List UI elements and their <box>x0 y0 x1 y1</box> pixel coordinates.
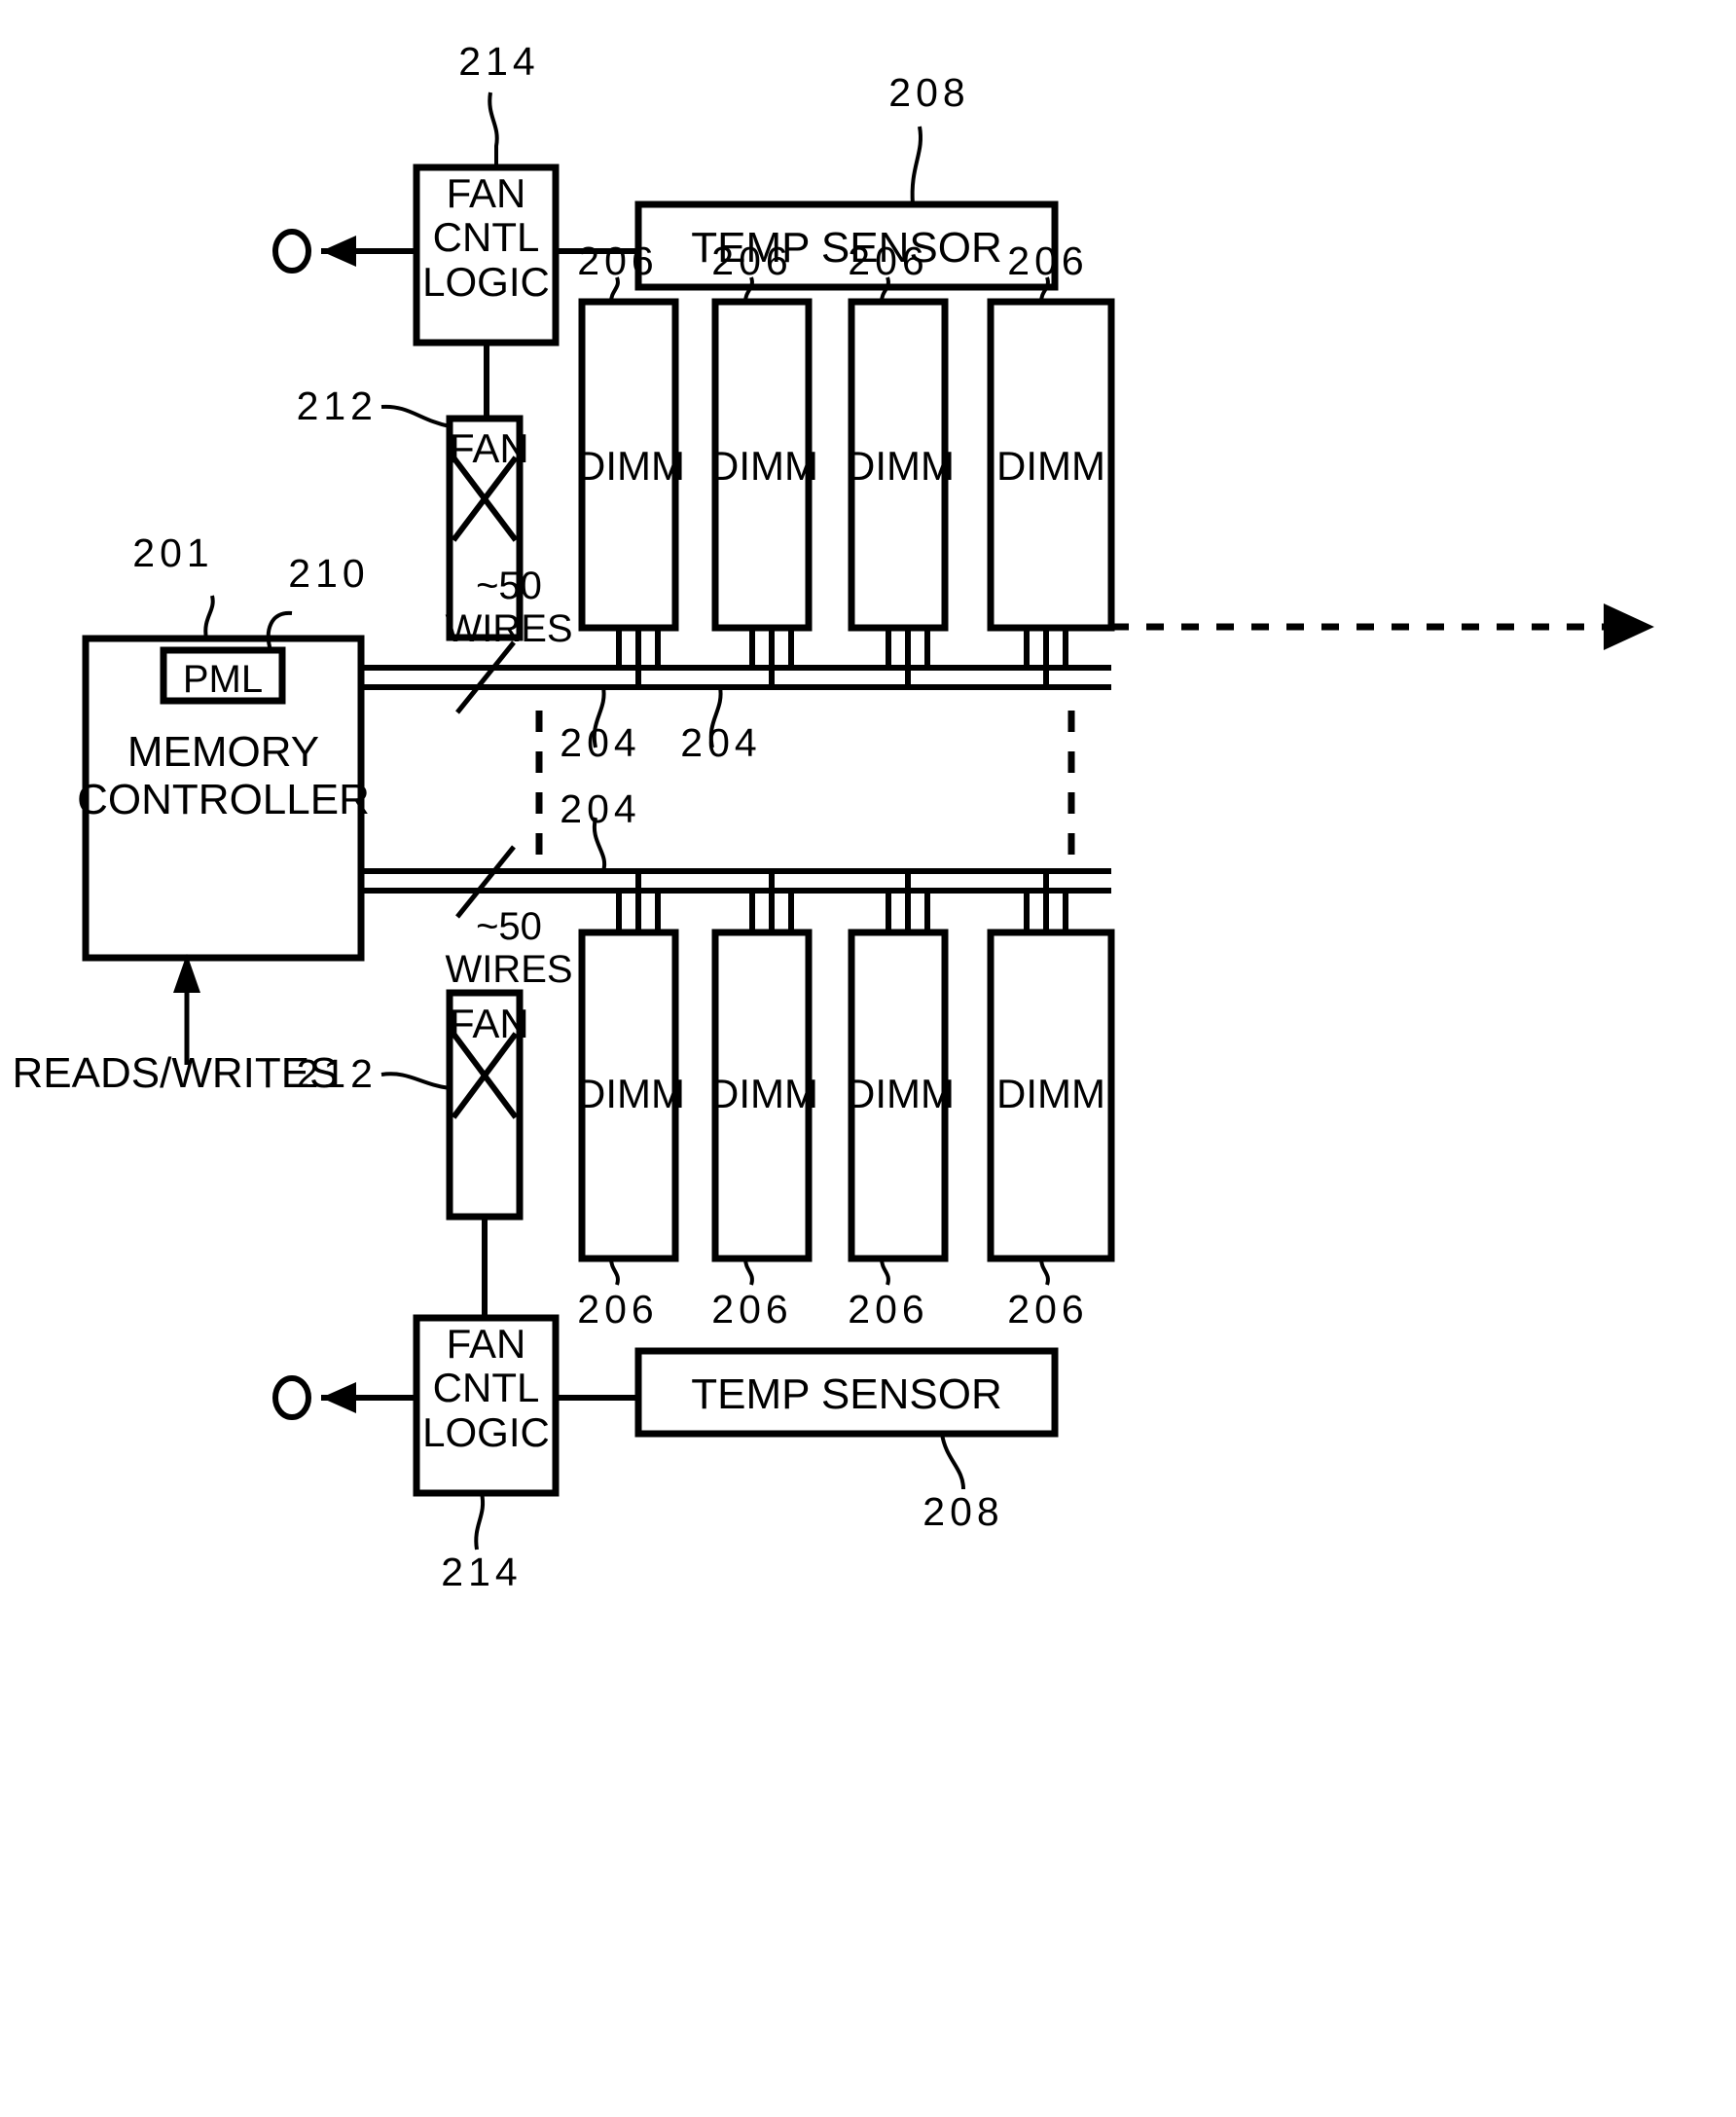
fan-top-label: FAN <box>450 425 529 471</box>
fan-cntl-bottom-output-arrowhead <box>321 1382 356 1413</box>
dimm-bottom-2-label: DIMM <box>709 1071 818 1116</box>
ref-label-206-bottom-3: 206 <box>848 1287 929 1332</box>
dimm-top-1-label: DIMM <box>576 443 685 489</box>
dimm-bottom-4-label: DIMM <box>996 1071 1105 1116</box>
bus-bottom-wire-count-label: ~50 WIRES <box>445 905 573 991</box>
ref-label-214-top: 214 <box>458 39 540 84</box>
pml-label: PML <box>182 658 264 701</box>
ref-label-208-bottom: 208 <box>922 1489 1004 1534</box>
dimm-bottom-3-label: DIMM <box>846 1071 955 1116</box>
lead-line-212-top <box>380 404 451 428</box>
ref-label-206-top-4: 206 <box>1007 238 1089 283</box>
bus-top-wire-count-label: ~50 WIRES <box>445 565 573 650</box>
ref-label-212-bottom: 212 <box>296 1051 378 1096</box>
lead-line-206-bottom-4 <box>1039 1258 1050 1286</box>
ref-label-204-bottom-1: 204 <box>560 786 641 831</box>
fan-cntl-bottom-output-terminal <box>272 1375 311 1420</box>
fan-bottom-label: FAN <box>450 1001 529 1046</box>
lead-line-206-bottom-3 <box>880 1258 890 1286</box>
ref-label-204-top-2: 204 <box>680 720 762 765</box>
temp-sensor-bottom-label: TEMP SENSOR <box>691 1370 1002 1418</box>
ref-label-204-top-1: 204 <box>560 720 641 765</box>
patent-figure: 214 FAN CNTL LOGIC 208 TEMP SENSOR FAN 2… <box>0 0 1736 2117</box>
fan-cntl-logic-top-label: FAN CNTL LOGIC <box>422 170 550 305</box>
fan-cntl-top-output-terminal <box>272 229 311 274</box>
bus-top-continuation-arrowhead <box>1604 603 1654 650</box>
lead-line-206-bottom-1 <box>609 1258 620 1286</box>
lead-line-201 <box>203 595 215 639</box>
dimm-top-4-label: DIMM <box>996 443 1105 489</box>
ref-label-206-bottom-1: 206 <box>577 1287 659 1332</box>
ref-label-214-bottom: 214 <box>441 1550 523 1594</box>
lead-line-208-top <box>910 126 922 205</box>
ref-label-208-top: 208 <box>888 70 970 115</box>
lead-line-208-bottom <box>940 1433 965 1490</box>
ref-label-206-bottom-2: 206 <box>711 1287 793 1332</box>
fan-cntl-top-output-arrowhead <box>321 236 356 267</box>
memory-controller-label: MEMORY CONTROLLER <box>77 728 370 824</box>
ref-label-212-top: 212 <box>296 383 378 428</box>
fan-cntl-logic-bottom-label: FAN CNTL LOGIC <box>422 1321 550 1455</box>
lead-line-206-bottom-2 <box>743 1258 754 1286</box>
ref-label-206-top-3: 206 <box>848 238 929 283</box>
ref-label-206-top-2: 206 <box>711 238 793 283</box>
lead-line-214-bottom <box>474 1492 486 1551</box>
bus-top-wire-count-slash <box>455 640 516 714</box>
ref-label-206-top-1: 206 <box>577 238 659 283</box>
dimm-bottom-1-label: DIMM <box>576 1071 685 1116</box>
ref-label-210: 210 <box>288 551 370 596</box>
ref-label-201: 201 <box>132 530 214 575</box>
lead-line-214-top <box>488 91 499 167</box>
dimm-top-2-label: DIMM <box>709 443 818 489</box>
ref-label-206-bottom-4: 206 <box>1007 1287 1089 1332</box>
dimm-top-3-label: DIMM <box>846 443 955 489</box>
lead-line-212-bottom <box>380 1072 451 1090</box>
